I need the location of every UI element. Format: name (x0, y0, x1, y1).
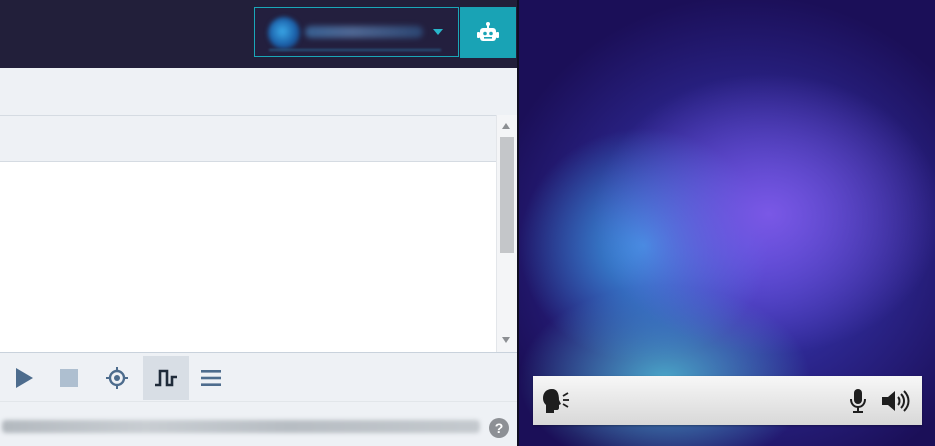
locate-button[interactable] (94, 356, 140, 400)
assistant-pane (519, 0, 935, 446)
menu-button[interactable] (188, 356, 234, 400)
top-navigation-bar (0, 0, 517, 68)
microphone-button[interactable] (846, 387, 870, 415)
crosshair-icon (106, 367, 128, 389)
caret-down-icon (433, 29, 443, 35)
speak-button[interactable] (542, 387, 572, 415)
help-icon[interactable]: ? (489, 418, 509, 438)
speaking-head-icon (543, 389, 569, 413)
play-icon (16, 368, 33, 388)
robot-icon (477, 21, 499, 41)
stop-button[interactable] (46, 356, 92, 400)
volume-button[interactable] (880, 387, 912, 415)
application-pane: ? (0, 0, 517, 446)
table-header (0, 115, 496, 162)
subheader-bar (0, 68, 517, 115)
stop-icon (60, 369, 78, 387)
menu-icon (201, 370, 221, 386)
status-url-text (2, 420, 480, 433)
voice-control-bar (533, 376, 922, 425)
status-bar: ? (0, 401, 517, 446)
user-name-label (305, 26, 423, 38)
assistant-bot-button[interactable] (460, 7, 516, 58)
scroll-up-arrow-icon[interactable] (502, 123, 510, 129)
scroll-thumb[interactable] (500, 137, 514, 253)
scroll-down-arrow-icon[interactable] (502, 337, 510, 343)
play-button[interactable] (1, 356, 47, 400)
user-menu-underline (269, 49, 441, 51)
signal-button[interactable] (143, 356, 189, 400)
volume-icon (882, 390, 910, 412)
user-account-dropdown[interactable] (254, 7, 459, 57)
content-area (0, 162, 496, 352)
square-wave-icon (155, 369, 177, 387)
user-avatar-icon (268, 17, 300, 49)
microphone-icon (850, 389, 866, 413)
playback-toolbar (0, 352, 517, 401)
vertical-scrollbar[interactable] (496, 115, 517, 352)
